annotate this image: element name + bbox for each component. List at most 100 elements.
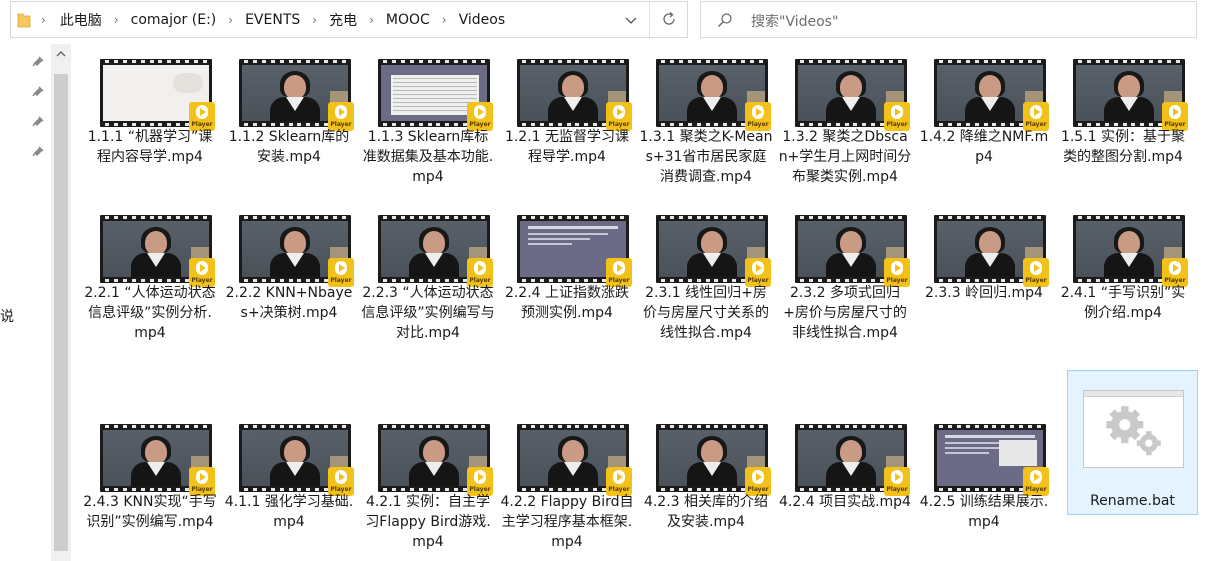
file-name: 1.5.1 实例：基于聚类的整图分割.mp4 — [1060, 129, 1186, 165]
file-item[interactable]: Player 4.2.4 项目实战.mp4 — [778, 424, 912, 561]
file-name: 2.3.1 线性回归+房价与房屋尺寸关系的线性拟合.mp4 — [643, 285, 769, 341]
file-item[interactable]: Player 4.2.5 训练结果展示.mp4 — [917, 424, 1051, 561]
address-bar[interactable]: › 此电脑 › comajor (E:) › EVENTS › 充电 › MOOC › Videos — [10, 1, 688, 38]
video-thumbnail: Player — [239, 215, 354, 287]
chevron-right-icon[interactable]: › — [228, 13, 233, 27]
chevron-right-icon[interactable]: › — [312, 13, 317, 27]
file-item[interactable]: Player 1.1.1 “机器学习”课程内容导学.mp4 — [83, 59, 217, 209]
file-item[interactable]: Player 2.4.1 “手写识别”实例介绍.mp4 — [1056, 215, 1190, 365]
refresh-button[interactable] — [649, 2, 688, 37]
video-thumbnail: Player — [239, 424, 354, 496]
play-icon — [752, 470, 764, 484]
scroll-up-icon[interactable] — [55, 49, 67, 59]
play-icon — [1030, 261, 1042, 275]
file-item-rename-bat[interactable]: Rename.bat — [1067, 370, 1198, 515]
breadcrumb-item[interactable]: MOOC — [386, 12, 430, 28]
breadcrumb-item[interactable]: Videos — [459, 12, 506, 28]
search-icon — [718, 13, 732, 27]
pin-icon[interactable] — [31, 144, 45, 158]
file-grid: Rename.bat Player 1.1.1 “机器学习”课程内容导学.mp4 P… — [72, 44, 1205, 561]
file-item[interactable]: Player 4.2.1 实例：自主学习Flappy Bird游戏.mp4 — [361, 424, 495, 561]
file-item[interactable]: Player 2.2.1 “人体运动状态信息评级”实例分析.mp4 — [83, 215, 217, 365]
folder-icon — [17, 13, 31, 28]
settings-gears-icon — [1106, 406, 1161, 456]
file-name: 1.2.1 无监督学习课程导学.mp4 — [504, 129, 630, 165]
play-icon — [752, 261, 764, 275]
file-item[interactable]: Player 2.2.2 KNN+Nbayes+决策树.mp4 — [222, 215, 356, 365]
file-name: 4.2.5 训练结果展示.mp4 — [919, 494, 1049, 530]
video-thumbnail: Player — [656, 59, 771, 131]
file-name: 2.2.4 上证指数涨跌预测实例.mp4 — [504, 285, 630, 321]
search-input[interactable]: 搜索"Videos" — [751, 11, 838, 31]
file-item[interactable]: Player 4.1.1 强化学习基础.mp4 — [222, 424, 356, 561]
file-name: 2.2.2 KNN+Nbayes+决策树.mp4 — [225, 285, 353, 321]
video-thumbnail: Player — [656, 424, 771, 496]
breadcrumb-item[interactable]: EVENTS — [245, 12, 300, 28]
chevron-right-icon[interactable]: › — [41, 13, 46, 27]
file-item[interactable]: Player 1.1.3 Sklearn库标准数据集及基本功能.mp4 — [361, 59, 495, 209]
top-bar: › 此电脑 › comajor (E:) › EVENTS › 充电 › MOOC › Videos … — [0, 0, 1205, 40]
file-name: 1.1.3 Sklearn库标准数据集及基本功能.mp4 — [362, 129, 494, 185]
file-item[interactable]: Player 4.2.3 相关库的介绍及安装.mp4 — [639, 424, 773, 561]
scrollbar[interactable] — [51, 44, 71, 561]
video-thumbnail: Player — [517, 424, 632, 496]
file-name: 2.4.1 “手写识别”实例介绍.mp4 — [1060, 285, 1186, 321]
nav-item-label[interactable]: 说 — [0, 306, 14, 326]
play-icon — [891, 105, 903, 119]
play-icon — [613, 470, 625, 484]
file-item[interactable]: Player 2.3.1 线性回归+房价与房屋尺寸关系的线性拟合.mp4 — [639, 215, 773, 365]
file-item[interactable]: Player 2.2.4 上证指数涨跌预测实例.mp4 — [500, 215, 634, 365]
chevron-right-icon[interactable]: › — [369, 13, 374, 27]
video-thumbnail: Player — [934, 59, 1049, 131]
file-item[interactable]: Player 2.3.2 多项式回归+房价与房屋尺寸的非线性拟合.mp4 — [778, 215, 912, 365]
breadcrumb: › 此电脑 › comajor (E:) › EVENTS › 充电 › MOOC › Videos — [35, 2, 505, 37]
file-name: 2.2.3 “人体运动状态信息评级”实例编写与对比.mp4 — [361, 285, 495, 341]
chevron-right-icon[interactable]: › — [442, 13, 447, 27]
play-icon — [752, 105, 764, 119]
file-name: 1.3.2 聚类之Dbscan+学生月上网时间分布聚类实例.mp4 — [778, 129, 912, 185]
file-item[interactable]: Player 1.2.1 无监督学习课程导学.mp4 — [500, 59, 634, 209]
scrollbar-thumb[interactable] — [54, 74, 68, 551]
play-icon — [1169, 261, 1181, 275]
file-name: 1.1.1 “机器学习”课程内容导学.mp4 — [87, 129, 213, 165]
file-item[interactable]: Player 4.2.2 Flappy Bird自主学习程序基本框架.mp4 — [500, 424, 634, 561]
video-thumbnail: Player — [1073, 215, 1188, 287]
video-thumbnail: Player — [378, 59, 493, 131]
breadcrumb-item[interactable]: comajor (E:) — [131, 12, 217, 28]
file-item[interactable]: Player 2.4.3 KNN实现“手写识别”实例编写.mp4 — [83, 424, 217, 561]
breadcrumb-item[interactable]: 此电脑 — [60, 10, 102, 30]
video-thumbnail: Player — [795, 215, 910, 287]
pin-icon[interactable] — [31, 54, 45, 68]
play-icon — [335, 105, 347, 119]
file-item[interactable]: Player 1.5.1 实例：基于聚类的整图分割.mp4 — [1056, 59, 1190, 209]
video-thumbnail: Player — [100, 59, 215, 131]
play-icon — [891, 261, 903, 275]
file-item[interactable]: Player 2.3.3 岭回归.mp4 — [917, 215, 1051, 365]
chevron-right-icon[interactable]: › — [114, 13, 119, 27]
file-item[interactable]: Player 1.3.1 聚类之K-Means+31省市居民家庭消费调查.mp4 — [639, 59, 773, 209]
file-item[interactable]: Player 1.1.2 Sklearn库的安装.mp4 — [222, 59, 356, 209]
video-thumbnail: Player — [100, 215, 215, 287]
pin-icon[interactable] — [31, 114, 45, 128]
play-icon — [335, 470, 347, 484]
play-icon — [196, 105, 208, 119]
video-thumbnail: Player — [100, 424, 215, 496]
breadcrumb-item[interactable]: 充电 — [329, 10, 357, 30]
file-name: 4.2.3 相关库的介绍及安装.mp4 — [643, 494, 769, 530]
video-thumbnail: Player — [934, 215, 1049, 287]
file-item[interactable]: Player 1.4.2 降维之NMF.mp4 — [917, 59, 1051, 209]
play-icon — [335, 261, 347, 275]
file-name: 2.3.2 多项式回归+房价与房屋尺寸的非线性拟合.mp4 — [783, 285, 907, 341]
search-box[interactable]: 搜索"Videos" — [700, 1, 1197, 38]
chevron-down-icon[interactable] — [620, 10, 642, 30]
file-item[interactable]: Player 2.2.3 “人体运动状态信息评级”实例编写与对比.mp4 — [361, 215, 495, 365]
play-icon — [1169, 105, 1181, 119]
pin-icon[interactable] — [31, 84, 45, 98]
video-thumbnail: Player — [517, 59, 632, 131]
file-item[interactable]: Player 1.3.2 聚类之Dbscan+学生月上网时间分布聚类实例.mp4 — [778, 59, 912, 209]
play-icon — [474, 261, 486, 275]
video-thumbnail: Player — [1073, 59, 1188, 131]
video-thumbnail: Player — [656, 215, 771, 287]
file-name: 1.1.2 Sklearn库的安装.mp4 — [228, 129, 350, 165]
video-thumbnail: Player — [517, 215, 632, 287]
